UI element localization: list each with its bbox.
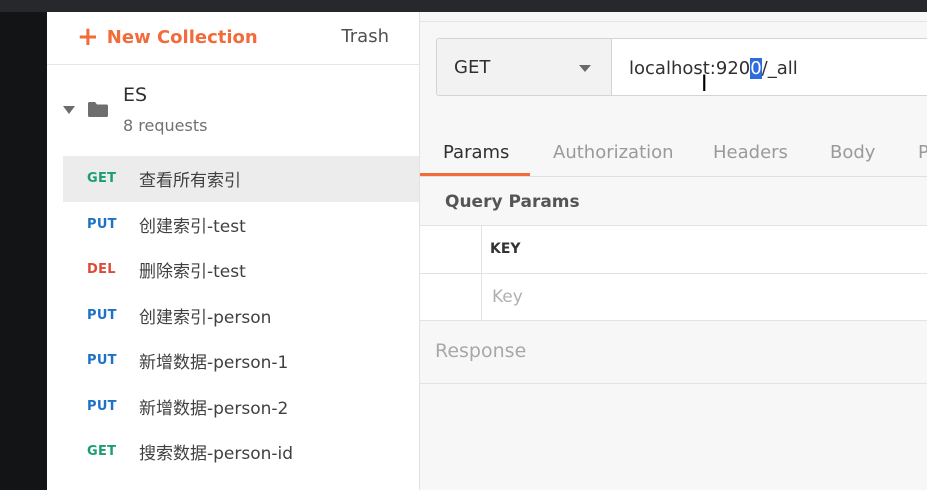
response-section: Response bbox=[420, 328, 927, 384]
request-item[interactable]: PUT 新增数据-person-1 bbox=[63, 338, 419, 384]
plus-icon: + bbox=[77, 22, 99, 52]
new-collection-label: New Collection bbox=[106, 26, 258, 48]
request-item[interactable]: PUT 新增数据-person-2 bbox=[63, 384, 419, 430]
collection-request-count: 8 requests bbox=[123, 116, 208, 135]
request-method-badge: PUT bbox=[87, 216, 117, 232]
window-top-bar bbox=[0, 0, 927, 12]
request-method-badge: PUT bbox=[87, 398, 117, 414]
request-name: 搜索数据-person-id bbox=[139, 444, 294, 465]
tab-headers[interactable]: Headers bbox=[713, 142, 788, 163]
request-name: 查看所有索引 bbox=[139, 171, 241, 192]
method-value: GET bbox=[454, 57, 491, 78]
trash-button[interactable]: Trash bbox=[341, 22, 389, 52]
url-before: localhost:920 bbox=[629, 58, 751, 79]
request-item[interactable]: GET 查看所有索引 bbox=[63, 156, 419, 202]
tab-body[interactable]: Body bbox=[830, 142, 875, 163]
tab-pre-request[interactable]: P bbox=[918, 142, 927, 163]
request-name: 新增数据-person-2 bbox=[139, 398, 289, 419]
collection-es[interactable]: ES 8 requests bbox=[47, 78, 419, 148]
request-item[interactable]: GET 搜索数据-person-id bbox=[63, 429, 419, 475]
url-selected: 0 bbox=[750, 58, 762, 79]
request-list: GET 查看所有索引 PUT 创建索引-test DEL 删除索引-test PUT 创建索引… bbox=[63, 156, 419, 475]
url-after: /_all bbox=[761, 58, 798, 79]
active-tab-indicator bbox=[420, 173, 530, 176]
response-label: Response bbox=[435, 340, 527, 362]
sidebar-header: + New Collection Trash bbox=[47, 12, 419, 65]
new-collection-button[interactable]: + New Collection bbox=[77, 22, 258, 52]
collapse-caret-icon[interactable] bbox=[63, 106, 75, 114]
request-name: 创建索引-person bbox=[139, 307, 272, 328]
request-item[interactable]: PUT 创建索引-test bbox=[63, 202, 419, 248]
collection-name: ES bbox=[123, 84, 148, 106]
key-column-header: KEY bbox=[490, 241, 521, 257]
request-item[interactable]: DEL 删除索引-test bbox=[63, 247, 419, 293]
request-tabs: Params Authorization Headers Body P bbox=[420, 130, 927, 177]
request-name: 创建索引-test bbox=[139, 216, 246, 237]
tab-params[interactable]: Params bbox=[443, 142, 509, 163]
request-panel: GET localhost:9200/_all I Params Authori… bbox=[420, 12, 927, 490]
key-input[interactable] bbox=[482, 274, 927, 320]
request-item[interactable]: PUT 创建索引-person bbox=[63, 293, 419, 339]
request-method-badge: GET bbox=[87, 444, 117, 460]
query-params-title: Query Params bbox=[445, 192, 580, 212]
dark-left-strip bbox=[0, 12, 47, 490]
request-name: 新增数据-person-1 bbox=[139, 353, 289, 374]
sidebar: + New Collection Trash ES 8 requests GET… bbox=[47, 12, 420, 490]
tab-authorization[interactable]: Authorization bbox=[553, 142, 674, 163]
folder-icon bbox=[88, 102, 108, 117]
url-text: localhost:9200/_all bbox=[629, 58, 798, 79]
chevron-down-icon bbox=[579, 65, 591, 72]
request-method-badge: PUT bbox=[87, 307, 117, 323]
request-name: 删除索引-test bbox=[139, 262, 246, 283]
request-method-badge: PUT bbox=[87, 353, 117, 369]
request-method-badge: DEL bbox=[87, 262, 116, 278]
request-method-badge: GET bbox=[87, 171, 117, 187]
params-table: KEY bbox=[420, 225, 927, 321]
tab-bar-divider bbox=[420, 21, 927, 22]
method-select[interactable]: GET bbox=[436, 38, 612, 96]
url-input[interactable]: localhost:9200/_all bbox=[612, 38, 927, 96]
